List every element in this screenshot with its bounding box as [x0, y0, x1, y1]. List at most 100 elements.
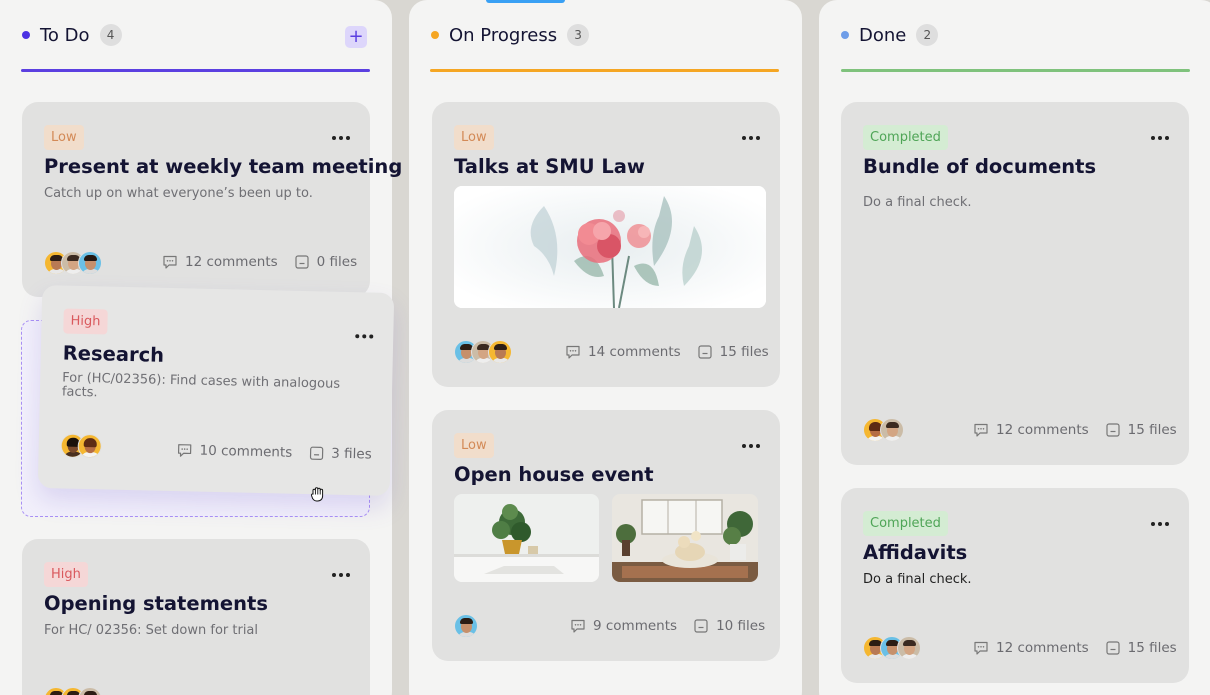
count-badge: 4 — [99, 24, 122, 46]
assignee-avatars — [60, 433, 102, 459]
priority-tag: High — [44, 562, 88, 587]
task-card[interactable]: Completed Bundle of documents Do a final… — [841, 102, 1189, 465]
more-icon[interactable] — [1151, 128, 1169, 148]
comment-icon — [163, 255, 177, 269]
assignee-avatars — [863, 636, 921, 660]
priority-tag: Low — [44, 125, 84, 150]
card-description: For HC/ 02356: Set down for trial — [44, 623, 259, 638]
avatar — [880, 418, 904, 442]
count-badge: 3 — [567, 24, 590, 46]
active-tab-indicator — [486, 0, 565, 3]
avatar — [454, 614, 478, 638]
dog-in-living-room-image — [612, 494, 758, 582]
card-title: Opening statements — [44, 592, 268, 615]
card-title: Present at weekly team meeting — [44, 155, 403, 178]
avatar — [78, 687, 102, 695]
card-description: Do a final check. — [863, 195, 972, 210]
card-title: Bundle of documents — [863, 155, 1097, 178]
more-icon[interactable] — [355, 326, 374, 346]
task-card[interactable]: Completed Affidavits Do a final check. 1… — [841, 488, 1189, 683]
avatar — [78, 251, 102, 275]
comment-icon — [974, 423, 988, 437]
task-card[interactable]: High Opening statements For HC/ 02356: S… — [22, 539, 370, 695]
flowers-illustration-image — [454, 186, 766, 308]
status-dot — [431, 31, 439, 39]
assignee-avatars — [863, 418, 904, 442]
avatar — [77, 433, 102, 459]
card-meta: 10 comments 3 files — [176, 442, 372, 463]
column-title: Done — [859, 24, 907, 46]
assignee-avatars — [454, 340, 512, 364]
task-card[interactable]: Low Present at weekly team meeting Catch… — [22, 102, 402, 297]
column-divider — [430, 69, 779, 72]
files-count: 0 files — [316, 254, 358, 270]
add-card-button[interactable]: + — [345, 26, 367, 48]
priority-tag: Low — [454, 433, 494, 458]
card-title: Talks at SMU Law — [454, 155, 645, 178]
card-meta: 14 comments 15 files — [565, 344, 769, 360]
card-description: For (HC/02356): Find cases with analogou… — [61, 370, 341, 401]
task-card[interactable]: Low Talks at SMU Law 14 comments 15 file… — [432, 102, 780, 387]
column-divider — [841, 69, 1190, 72]
comment-icon — [571, 619, 585, 633]
assignee-avatars — [44, 687, 102, 695]
files-count: 10 files — [716, 618, 766, 634]
comments-count: 12 comments — [185, 254, 278, 270]
more-icon[interactable] — [332, 565, 350, 585]
file-icon — [1106, 641, 1120, 655]
card-title: Research — [62, 341, 165, 367]
file-icon — [295, 255, 309, 269]
card-meta: 12 comments 0 files — [162, 254, 357, 270]
column-on-progress: On Progress 3 Low Talks at SMU Law 14 co… — [409, 0, 802, 695]
comments-count: 12 comments — [996, 640, 1089, 656]
comment-icon — [177, 444, 192, 457]
more-icon[interactable] — [1151, 514, 1169, 534]
file-icon — [698, 345, 712, 359]
assignee-avatars — [454, 614, 478, 638]
status-tag: Completed — [863, 511, 948, 536]
column-header: On Progress 3 — [431, 20, 590, 50]
comments-count: 14 comments — [588, 344, 681, 360]
status-dot — [841, 31, 849, 39]
column-done: Done 2 Completed Bundle of documents Do … — [819, 0, 1210, 695]
files-count: 3 files — [331, 445, 372, 463]
card-description: Catch up on what everyone’s been up to. — [44, 186, 313, 201]
file-icon — [694, 619, 708, 633]
more-icon[interactable] — [742, 128, 760, 148]
column-divider — [21, 69, 370, 72]
avatar — [897, 636, 921, 660]
comments-count: 9 comments — [593, 618, 678, 634]
count-badge: 2 — [916, 24, 939, 46]
file-icon — [1106, 423, 1120, 437]
files-count: 15 files — [1127, 422, 1177, 438]
avatar — [488, 340, 512, 364]
more-icon[interactable] — [742, 436, 760, 456]
comments-count: 10 comments — [199, 442, 293, 461]
column-header: To Do 4 — [22, 20, 122, 50]
card-description: Do a final check. — [863, 572, 972, 587]
card-title: Open house event — [454, 463, 654, 486]
plant-on-desk-image — [454, 494, 599, 582]
files-count: 15 files — [719, 344, 769, 360]
files-count: 15 files — [1127, 640, 1177, 656]
comments-count: 12 comments — [996, 422, 1089, 438]
card-meta: 12 comments 15 files — [973, 422, 1177, 438]
status-tag: Completed — [863, 125, 948, 150]
comment-icon — [974, 641, 988, 655]
dragging-task-card[interactable]: High Research For (HC/02356): Find cases… — [37, 285, 395, 496]
task-card[interactable]: Low Open house event 9 comments 10 files — [432, 410, 780, 661]
grab-hand-cursor-icon — [310, 487, 324, 502]
column-header: Done 2 — [841, 20, 939, 50]
plus-icon: + — [348, 26, 364, 47]
column-title: On Progress — [449, 24, 558, 46]
column-title: To Do — [40, 24, 90, 46]
card-title: Affidavits — [863, 541, 968, 564]
assignee-avatars — [44, 251, 102, 275]
priority-tag: Low — [454, 125, 494, 150]
priority-tag: High — [63, 308, 108, 335]
status-dot — [22, 31, 30, 39]
card-meta: 12 comments 15 files — [973, 640, 1177, 656]
card-meta: 9 comments 10 files — [570, 618, 765, 634]
more-icon[interactable] — [332, 128, 350, 148]
file-icon — [309, 446, 323, 460]
